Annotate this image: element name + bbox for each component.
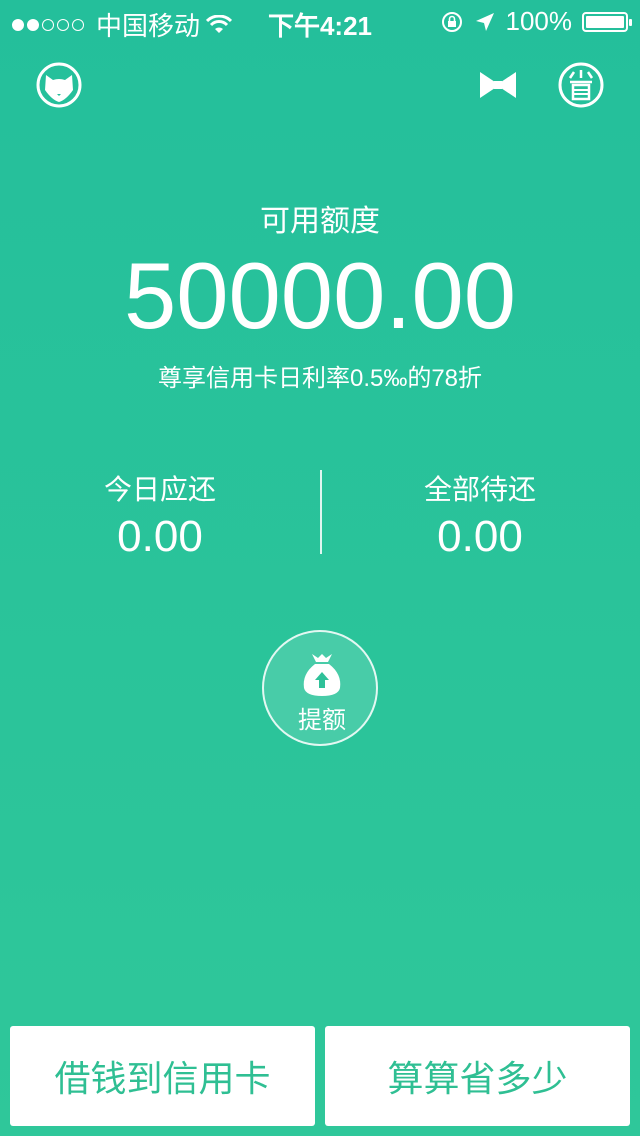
save-icon[interactable] [558, 62, 604, 108]
today-due-label: 今日应还 [103, 474, 216, 505]
interest-rate-note: 尊享信用卡日利率0.5‰的78折 [157, 365, 483, 392]
battery-icon [582, 11, 632, 32]
all-due-value: 0.00 [437, 512, 523, 561]
money-bag-up-icon [303, 654, 341, 696]
all-due-label: 全部待还 [423, 474, 536, 505]
status-right: 100% [440, 6, 632, 37]
cat-avatar-icon[interactable] [36, 62, 82, 108]
battery-level [586, 15, 624, 28]
available-credit-amount: 50000.00 [123, 243, 517, 348]
raise-limit-label: 提额 [298, 707, 346, 734]
location-arrow-icon [475, 12, 494, 31]
raise-limit-button[interactable]: 提额 [262, 630, 378, 746]
rotation-lock-icon [441, 11, 462, 32]
bowtie-icon[interactable] [478, 68, 518, 102]
today-due-value: 0.00 [117, 512, 203, 561]
available-credit-label: 可用额度 [260, 205, 380, 238]
battery-percent: 100% [505, 6, 573, 36]
status-bar: 中国移动 下午4:21 100% [0, 0, 640, 41]
borrow-to-credit-card-button[interactable]: 借钱到信用卡 [10, 1026, 315, 1126]
calculate-savings-button[interactable]: 算算省多少 [325, 1026, 630, 1126]
